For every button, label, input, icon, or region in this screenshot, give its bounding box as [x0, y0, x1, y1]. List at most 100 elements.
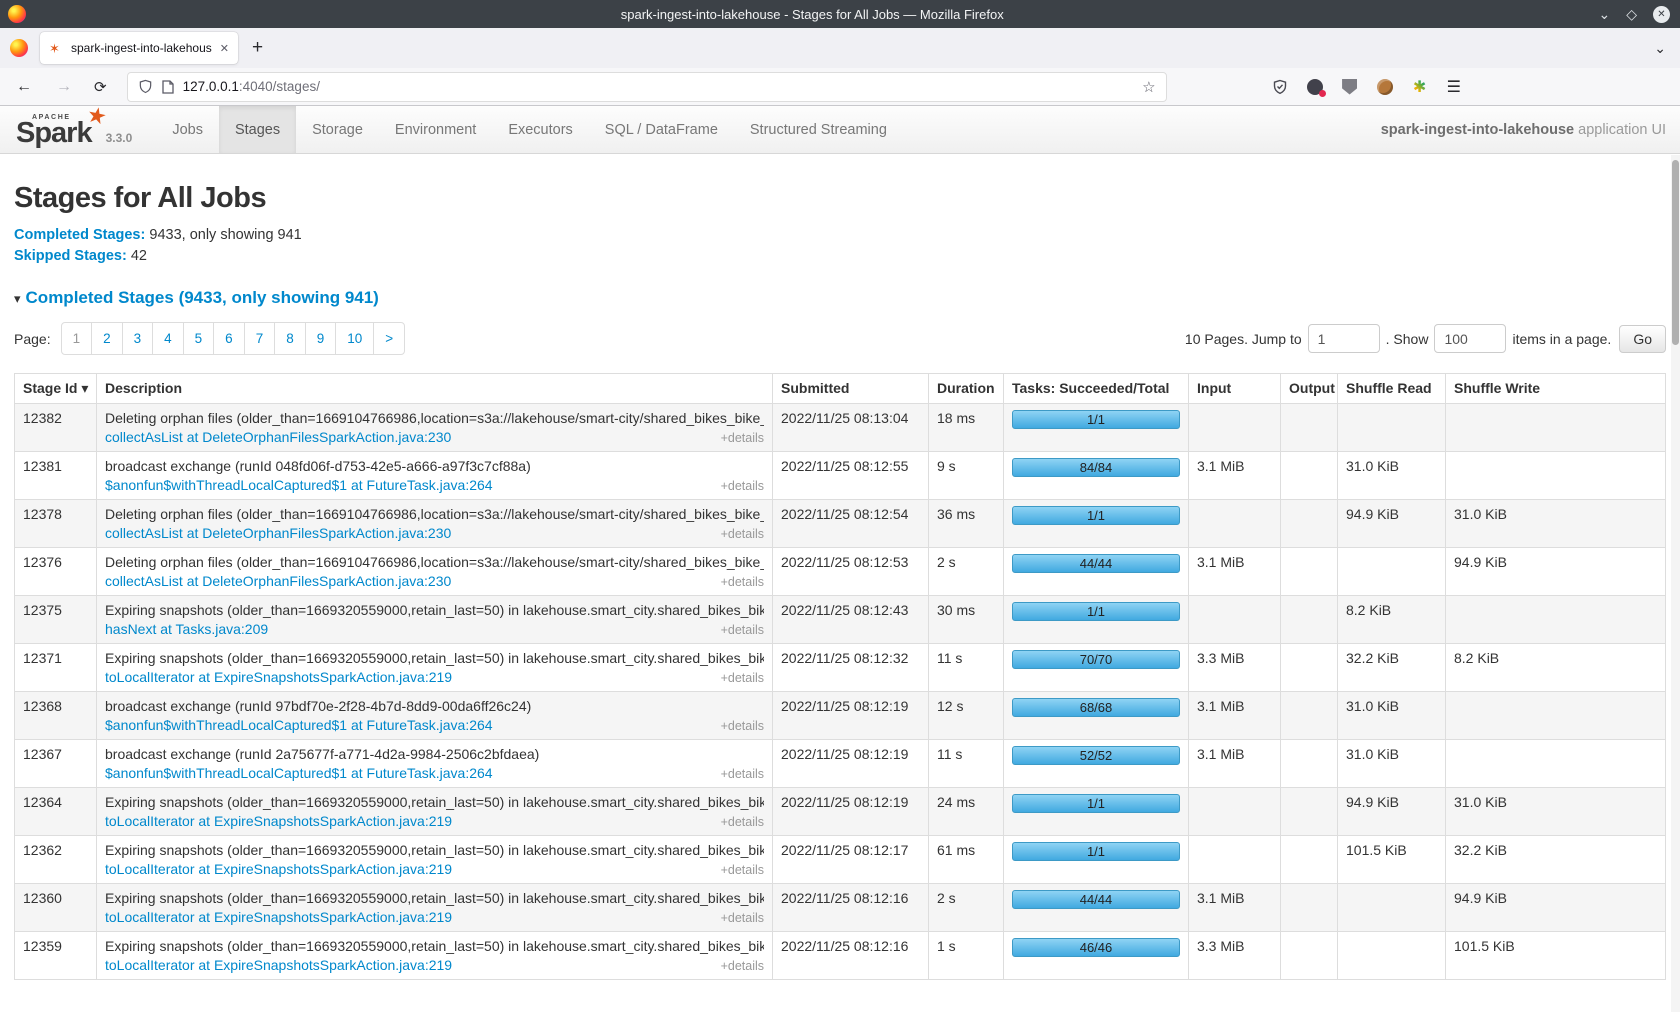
- input-cell: 3.1 MiB: [1189, 548, 1281, 596]
- submitted-cell: 2022/11/25 08:12:55: [773, 452, 929, 500]
- nav-item-environment[interactable]: Environment: [379, 106, 492, 153]
- column-header-input[interactable]: Input: [1189, 374, 1281, 404]
- page-button-4[interactable]: 4: [152, 323, 183, 354]
- details-toggle[interactable]: +details: [713, 719, 764, 733]
- page-button-7[interactable]: 7: [244, 323, 275, 354]
- stage-callsite-link[interactable]: toLocalIterator at ExpireSnapshotsSparkA…: [105, 909, 452, 925]
- hamburger-menu-icon[interactable]: ☰: [1447, 77, 1461, 97]
- stage-callsite-link[interactable]: toLocalIterator at ExpireSnapshotsSparkA…: [105, 669, 452, 685]
- jump-to-page-input[interactable]: [1308, 324, 1380, 353]
- column-header-shuffle-read[interactable]: Shuffle Read: [1338, 374, 1446, 404]
- next-page-button[interactable]: >: [373, 323, 404, 354]
- details-toggle[interactable]: +details: [713, 431, 764, 445]
- input-cell: [1189, 596, 1281, 644]
- nav-item-storage[interactable]: Storage: [296, 106, 379, 153]
- column-header-submitted[interactable]: Submitted: [773, 374, 929, 404]
- shuffle-write-cell: 31.0 KiB: [1446, 788, 1666, 836]
- nav-item-stages[interactable]: Stages: [219, 106, 296, 153]
- stage-callsite-link[interactable]: toLocalIterator at ExpireSnapshotsSparkA…: [105, 861, 452, 877]
- output-cell: [1281, 692, 1338, 740]
- nav-item-jobs[interactable]: Jobs: [156, 106, 219, 153]
- stage-row: 12376Deleting orphan files (older_than=1…: [15, 548, 1666, 596]
- ublock-extension-icon[interactable]: [1341, 78, 1359, 96]
- stage-id-cell: 12381: [15, 452, 97, 500]
- details-toggle[interactable]: +details: [713, 575, 764, 589]
- description-cell: Expiring snapshots (older_than=166932055…: [97, 644, 773, 692]
- stage-callsite-link[interactable]: $anonfun$withThreadLocalCaptured$1 at Fu…: [105, 765, 493, 781]
- stage-row: 12359Expiring snapshots (older_than=1669…: [15, 932, 1666, 980]
- page-button-2[interactable]: 2: [91, 323, 122, 354]
- details-toggle[interactable]: +details: [713, 911, 764, 925]
- list-all-tabs-icon[interactable]: ⌄: [1654, 40, 1666, 57]
- task-progress-bar: 52/52: [1012, 746, 1180, 765]
- nav-item-sql-dataframe[interactable]: SQL / DataFrame: [589, 106, 734, 153]
- details-toggle[interactable]: +details: [713, 767, 764, 781]
- stage-callsite-link[interactable]: toLocalIterator at ExpireSnapshotsSparkA…: [105, 813, 452, 829]
- go-button[interactable]: Go: [1619, 325, 1666, 353]
- column-header-output[interactable]: Output: [1281, 374, 1338, 404]
- details-toggle[interactable]: +details: [713, 527, 764, 541]
- column-header-shuffle-write[interactable]: Shuffle Write: [1446, 374, 1666, 404]
- firefox-view-icon[interactable]: [10, 39, 28, 57]
- completed-stages-section-header[interactable]: ▾Completed Stages (9433, only showing 94…: [14, 288, 1666, 308]
- forward-button[interactable]: →: [56, 78, 72, 96]
- page-button-1[interactable]: 1: [62, 323, 92, 354]
- stage-callsite-link[interactable]: hasNext at Tasks.java:209: [105, 621, 268, 637]
- tasks-cell: 84/84: [1004, 452, 1189, 500]
- details-toggle[interactable]: +details: [713, 815, 764, 829]
- minimize-button[interactable]: ⌄: [1598, 7, 1610, 21]
- stage-callsite-link[interactable]: $anonfun$withThreadLocalCaptured$1 at Fu…: [105, 477, 493, 493]
- stage-callsite-link[interactable]: collectAsList at DeleteOrphanFilesSparkA…: [105, 573, 451, 589]
- items-per-page-input[interactable]: [1434, 324, 1506, 353]
- scrollbar-thumb[interactable]: [1672, 160, 1679, 345]
- page-button-8[interactable]: 8: [274, 323, 305, 354]
- output-cell: [1281, 500, 1338, 548]
- column-header-tasks-succeeded-total[interactable]: Tasks: Succeeded/Total: [1004, 374, 1189, 404]
- details-toggle[interactable]: +details: [713, 959, 764, 973]
- new-tab-button[interactable]: +: [252, 37, 263, 59]
- tracking-shield-icon[interactable]: [138, 79, 153, 94]
- tasks-cell: 1/1: [1004, 404, 1189, 452]
- task-progress-bar: 1/1: [1012, 842, 1180, 861]
- colorful-extension-icon[interactable]: ✱: [1411, 78, 1429, 96]
- task-progress-bar: 46/46: [1012, 938, 1180, 957]
- shuffle-write-cell: 32.2 KiB: [1446, 836, 1666, 884]
- page-button-3[interactable]: 3: [122, 323, 153, 354]
- close-button[interactable]: ✕: [1653, 6, 1670, 23]
- details-toggle[interactable]: +details: [713, 623, 764, 637]
- firefox-logo-icon: [8, 5, 26, 23]
- stage-callsite-link[interactable]: $anonfun$withThreadLocalCaptured$1 at Fu…: [105, 717, 493, 733]
- column-header-duration[interactable]: Duration: [929, 374, 1004, 404]
- output-cell: [1281, 836, 1338, 884]
- url-bar[interactable]: 127.0.0.1:4040/stages/ ☆: [127, 72, 1167, 102]
- reload-button[interactable]: ⟳: [94, 78, 107, 96]
- page-button-10[interactable]: 10: [335, 323, 373, 354]
- details-toggle[interactable]: +details: [713, 479, 764, 493]
- page-button-6[interactable]: 6: [213, 323, 244, 354]
- spark-logo[interactable]: APACHESpark ★ 3.3.0: [0, 106, 140, 153]
- tab-close-icon[interactable]: ✕: [220, 42, 229, 55]
- privacy-extension-icon[interactable]: [1306, 78, 1324, 96]
- page-button-9[interactable]: 9: [305, 323, 336, 354]
- page-info-icon[interactable]: [162, 80, 174, 94]
- extension-shield-icon[interactable]: [1271, 78, 1289, 96]
- details-toggle[interactable]: +details: [713, 863, 764, 877]
- browser-tab[interactable]: ✶ spark-ingest-into-lakehous ✕: [40, 32, 238, 64]
- column-header-stage-id[interactable]: Stage Id ▾: [15, 374, 97, 404]
- bookmark-star-icon[interactable]: ☆: [1142, 78, 1155, 96]
- cookie-extension-icon[interactable]: [1376, 78, 1394, 96]
- nav-item-structured-streaming[interactable]: Structured Streaming: [734, 106, 903, 153]
- duration-cell: 11 s: [929, 740, 1004, 788]
- nav-item-executors[interactable]: Executors: [492, 106, 588, 153]
- vertical-scrollbar[interactable]: [1671, 155, 1680, 1012]
- maximize-button[interactable]: ◇: [1626, 7, 1637, 21]
- output-cell: [1281, 788, 1338, 836]
- stage-row: 12362Expiring snapshots (older_than=1669…: [15, 836, 1666, 884]
- stage-callsite-link[interactable]: collectAsList at DeleteOrphanFilesSparkA…: [105, 525, 451, 541]
- stage-callsite-link[interactable]: toLocalIterator at ExpireSnapshotsSparkA…: [105, 957, 452, 973]
- details-toggle[interactable]: +details: [713, 671, 764, 685]
- page-button-5[interactable]: 5: [183, 323, 214, 354]
- stage-callsite-link[interactable]: collectAsList at DeleteOrphanFilesSparkA…: [105, 429, 451, 445]
- back-button[interactable]: ←: [16, 78, 32, 96]
- column-header-description[interactable]: Description: [97, 374, 773, 404]
